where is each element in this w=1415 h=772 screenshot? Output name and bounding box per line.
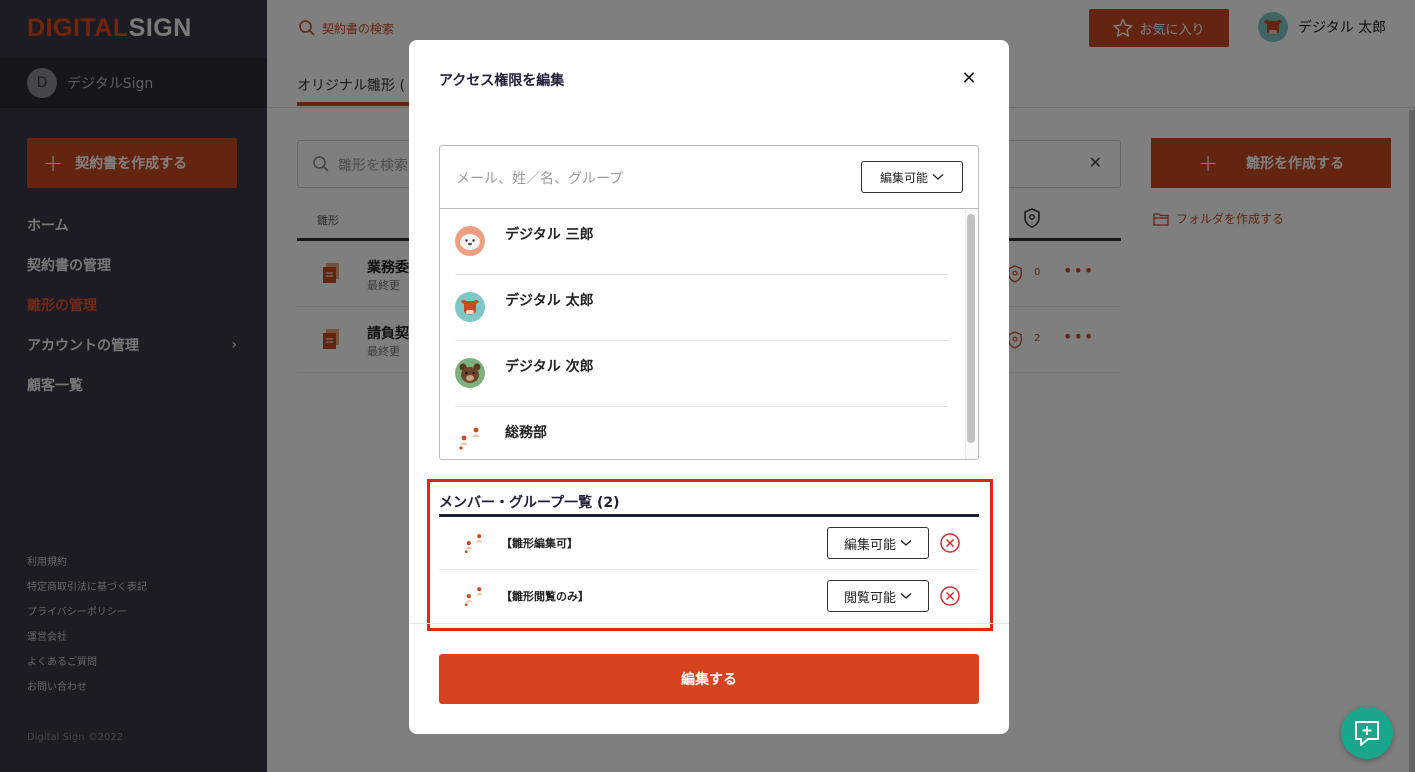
- member-permission-select[interactable]: 編集可能: [827, 527, 929, 559]
- member-search-combobox: メール、姓／名、グループ 編集可能 デジタル 三郎 デジタル 太郎 デジタル 次…: [439, 145, 979, 460]
- member-name: 【雛形編集可】: [501, 537, 578, 550]
- member-search-placeholder: メール、姓／名、グループ: [456, 171, 624, 187]
- chat-icon: [1355, 721, 1379, 746]
- chevron-down-icon: [932, 174, 944, 180]
- submit-edit-button[interactable]: 編集する: [439, 654, 979, 704]
- close-icon[interactable]: ✕: [959, 66, 979, 90]
- candidate-item[interactable]: デジタル 次郎: [455, 341, 948, 407]
- member-permission-value: 閲覧可能: [843, 590, 896, 606]
- candidate-name: デジタル 太郎: [505, 293, 594, 309]
- chevron-down-icon: [900, 540, 912, 546]
- modal-footer-divider: [409, 623, 1009, 624]
- edit-access-modal: アクセス権限を編集 ✕ メール、姓／名、グループ 編集可能 デジタル 三郎 デジ…: [409, 40, 1009, 734]
- candidate-name: デジタル 三郎: [505, 227, 594, 243]
- candidate-item[interactable]: デジタル 太郎: [455, 275, 948, 341]
- candidate-scrollbar-thumb[interactable]: [967, 214, 975, 443]
- remove-circle-icon[interactable]: [939, 585, 961, 607]
- group-icon: [464, 587, 483, 607]
- candidate-item[interactable]: 総務部: [455, 407, 948, 459]
- member-permission-value: 編集可能: [843, 537, 896, 553]
- candidate-name: デジタル 次郎: [505, 359, 594, 375]
- permission-select-value: 編集可能: [879, 170, 928, 185]
- candidate-name: 総務部: [505, 425, 547, 441]
- member-permission-select[interactable]: 閲覧可能: [827, 580, 929, 612]
- candidate-item[interactable]: デジタル 三郎: [455, 209, 948, 275]
- remove-circle-icon[interactable]: [939, 532, 961, 554]
- permission-select[interactable]: 編集可能: [861, 161, 963, 193]
- member-search-input[interactable]: メール、姓／名、グループ 編集可能: [440, 146, 978, 209]
- chat-support-button[interactable]: [1341, 707, 1393, 759]
- member-row: 【雛形編集可】 編集可能: [439, 517, 979, 570]
- member-name: 【雛形閲覧のみ】: [501, 590, 589, 603]
- bear-avatar-icon: [455, 358, 485, 388]
- member-row: 【雛形閲覧のみ】 閲覧可能: [439, 570, 979, 623]
- group-icon: [459, 427, 480, 450]
- bull-avatar-icon: [455, 292, 485, 322]
- candidate-list: デジタル 三郎 デジタル 太郎 デジタル 次郎 総務部: [440, 209, 978, 459]
- group-icon: [464, 534, 483, 554]
- seal-avatar-icon: [455, 226, 485, 256]
- members-heading: メンバー・グループ一覧 (2): [439, 495, 620, 511]
- modal-title: アクセス権限を編集: [439, 73, 565, 89]
- chevron-down-icon: [900, 593, 912, 599]
